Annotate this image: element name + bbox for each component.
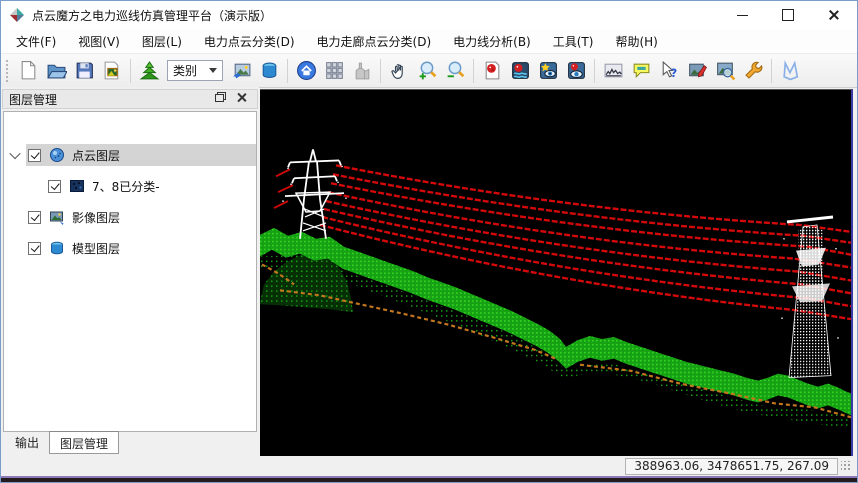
star-view-icon[interactable] — [534, 57, 562, 85]
menu-layer[interactable]: 图层(L) — [131, 29, 193, 53]
layer-tree: 点云图层 7、8已分类- — [3, 111, 257, 432]
expand-chevron-icon[interactable] — [4, 151, 26, 159]
annotation-bubble-icon[interactable] — [627, 57, 655, 85]
toolbar-separator — [473, 59, 474, 83]
menu-powerline-analysis[interactable]: 电力线分析(B) — [442, 29, 542, 53]
window-title: 点云魔方之电力巡线仿真管理平台（演示版） — [32, 7, 272, 24]
chevron-down-icon — [209, 68, 217, 73]
resize-grip[interactable] — [841, 461, 851, 471]
export-image-icon[interactable] — [98, 57, 126, 85]
menu-power-pointcloud-classify[interactable]: 电力点云分类(D) — [193, 29, 306, 53]
toolbar-separator — [771, 59, 772, 83]
menu-tools[interactable]: 工具(T) — [542, 29, 605, 53]
window-controls — [719, 1, 857, 29]
profile-chart-icon[interactable] — [599, 57, 627, 85]
tab-layer-manager[interactable]: 图层管理 — [49, 431, 119, 454]
tree-row-pointcloud-layer[interactable]: 点云图层 — [4, 144, 256, 166]
pointcloud-layer-label: 点云图层 — [72, 147, 120, 164]
image-layer-label: 影像图层 — [72, 209, 120, 226]
classified-dataset-checkbox[interactable] — [48, 180, 61, 193]
tree-row-model-layer[interactable]: 模型图层 — [4, 237, 256, 259]
model-layer-icon — [49, 240, 65, 256]
zoom-in-icon[interactable] — [413, 57, 441, 85]
dock-tab-bar: 输出 图层管理 — [1, 430, 119, 456]
pan-hand-icon[interactable] — [385, 57, 413, 85]
edit-image-icon[interactable] — [683, 57, 711, 85]
add-model-icon[interactable] — [255, 57, 283, 85]
svg-text:?: ? — [670, 66, 677, 80]
toolbar-separator — [594, 59, 595, 83]
settings-wrench-icon[interactable] — [739, 57, 767, 85]
grid-view-icon[interactable] — [320, 57, 348, 85]
app-logo-icon — [9, 7, 25, 23]
model-layer-checkbox[interactable] — [28, 242, 41, 255]
menu-help[interactable]: 帮助(H) — [604, 29, 668, 53]
model-layer-label: 模型图层 — [72, 240, 120, 257]
menu-file[interactable]: 文件(F) — [5, 29, 67, 53]
zoom-out-icon[interactable] — [441, 57, 469, 85]
home-view-icon[interactable] — [292, 57, 320, 85]
desktop-edge — [1, 476, 857, 482]
close-button[interactable] — [811, 1, 857, 29]
new-document-icon[interactable] — [14, 57, 42, 85]
clip-region-icon[interactable] — [776, 57, 804, 85]
image-search-icon[interactable] — [711, 57, 739, 85]
toolbar-separator — [130, 59, 131, 83]
layer-panel-title: 图层管理 — [9, 91, 209, 108]
menu-view[interactable]: 视图(V) — [67, 29, 131, 53]
pointcloud-ground-icon[interactable] — [506, 57, 534, 85]
toolbar: 类别 — [1, 54, 857, 88]
open-folder-icon[interactable] — [42, 57, 70, 85]
viewport-3d[interactable] — [260, 89, 853, 456]
menu-corridor-pointcloud-classify[interactable]: 电力走廊点云分类(D) — [306, 29, 443, 53]
classified-dataset-label: 7、8已分类- — [92, 178, 160, 195]
save-icon[interactable] — [70, 57, 98, 85]
minimize-button[interactable] — [719, 1, 765, 29]
layer-manager-panel: 图层管理 点云图层 — [1, 87, 259, 456]
tree-row-image-layer[interactable]: 影像图层 — [4, 206, 256, 228]
category-dropdown-value: 类别 — [173, 62, 209, 79]
image-layer-checkbox[interactable] — [28, 211, 41, 224]
pointcloud-view-icon[interactable] — [562, 57, 590, 85]
toolbar-separator — [287, 59, 288, 83]
app-window: 点云魔方之电力巡线仿真管理平台（演示版） 文件(F) 视图(V) 图层(L) 电… — [0, 0, 858, 483]
title-bar: 点云魔方之电力巡线仿真管理平台（演示版） — [1, 1, 857, 29]
pointcloud-layer-checkbox[interactable] — [28, 149, 41, 162]
category-dropdown[interactable]: 类别 — [167, 60, 223, 81]
layer-panel-header: 图层管理 — [2, 89, 258, 109]
pointcloud-page-icon[interactable] — [478, 57, 506, 85]
coordinate-readout: 388963.06, 3478651.75, 267.09 — [625, 458, 838, 475]
status-bar: 388963.06, 3478651.75, 267.09 — [1, 456, 857, 476]
tab-output[interactable]: 输出 — [5, 432, 49, 452]
classified-dataset-icon — [69, 178, 85, 194]
maximize-button[interactable] — [765, 1, 811, 29]
pointcloud-layer-icon — [49, 147, 65, 163]
query-cursor-icon[interactable]: ? — [655, 57, 683, 85]
panel-close-button[interactable] — [236, 92, 251, 106]
menu-bar: 文件(F) 视图(V) 图层(L) 电力点云分类(D) 电力走廊点云分类(D) … — [1, 29, 857, 54]
image-layer-icon — [49, 209, 65, 225]
las-pyramid-icon[interactable] — [135, 57, 163, 85]
left-tower — [285, 150, 344, 239]
add-image-icon[interactable] — [227, 57, 255, 85]
panel-float-button[interactable] — [215, 92, 230, 106]
toolbar-grip[interactable] — [5, 59, 10, 83]
tree-row-classified-dataset[interactable]: 7、8已分类- — [4, 175, 256, 197]
pointcloud-scene — [260, 90, 851, 456]
toolbar-separator — [380, 59, 381, 83]
main-area: 图层管理 点云图层 — [1, 87, 857, 456]
model-view-icon[interactable] — [348, 57, 376, 85]
